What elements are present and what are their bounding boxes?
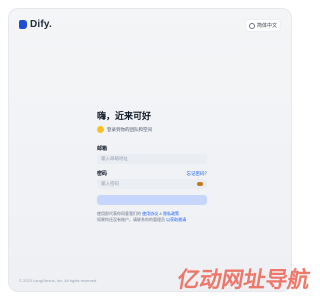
copyright: © 2023 LangGenius, Inc. All rights reser… bbox=[19, 278, 98, 283]
privacy-policy-link[interactable]: 隐私政策 bbox=[163, 211, 179, 216]
password-field[interactable]: 输入密码 bbox=[97, 179, 207, 189]
globe-icon bbox=[248, 22, 255, 29]
login-button[interactable] bbox=[97, 195, 207, 205]
request-invite-link[interactable]: 以获取邀请 bbox=[166, 217, 186, 222]
terms-prefix: 使用即代表你同意我们的 bbox=[97, 211, 141, 216]
email-label: 邮箱 bbox=[97, 146, 108, 152]
page-subtitle: 登录到你的团队和空间 bbox=[97, 126, 209, 133]
language-selector[interactable]: 简体中文 bbox=[244, 19, 281, 32]
app-frame: Dify. 简体中文 嗨，近来可好 登录到你的团队和空间 邮箱 输入邮箱地址 密… bbox=[8, 8, 292, 292]
no-account-text: 如果你还没有账户，请联系你的管理员 bbox=[97, 217, 165, 222]
terms-and: & bbox=[159, 211, 162, 216]
show-password-icon[interactable] bbox=[197, 182, 203, 186]
brand-name: Dify. bbox=[30, 19, 52, 30]
watermark: 亿动网址导航 bbox=[175, 268, 312, 293]
brand-logo[interactable]: Dify. bbox=[19, 19, 52, 30]
email-label-row: 邮箱 bbox=[97, 145, 209, 152]
password-label-row: 密码 忘记密码？ bbox=[97, 170, 210, 178]
password-label: 密码 bbox=[97, 171, 108, 177]
email-placeholder: 输入邮箱地址 bbox=[101, 156, 128, 161]
language-label: 简体中文 bbox=[256, 23, 277, 29]
smile-icon bbox=[97, 126, 104, 133]
terms-text: 使用即代表你同意我们的 使用协议 & 隐私政策 如果你还没有账户，请联系你的管理… bbox=[97, 211, 209, 223]
email-field[interactable]: 输入邮箱地址 bbox=[97, 154, 207, 164]
dify-logo-icon bbox=[19, 20, 27, 29]
subtitle-text: 登录到你的团队和空间 bbox=[107, 126, 152, 132]
forgot-password-link[interactable]: 忘记密码？ bbox=[187, 171, 210, 177]
terms-of-use-link[interactable]: 使用协议 bbox=[142, 211, 158, 216]
password-placeholder: 输入密码 bbox=[101, 181, 119, 186]
page-title: 嗨，近来可好 bbox=[97, 111, 152, 121]
login-card: 嗨，近来可好 登录到你的团队和空间 邮箱 输入邮箱地址 密码 忘记密码？ 输入密… bbox=[97, 109, 209, 223]
